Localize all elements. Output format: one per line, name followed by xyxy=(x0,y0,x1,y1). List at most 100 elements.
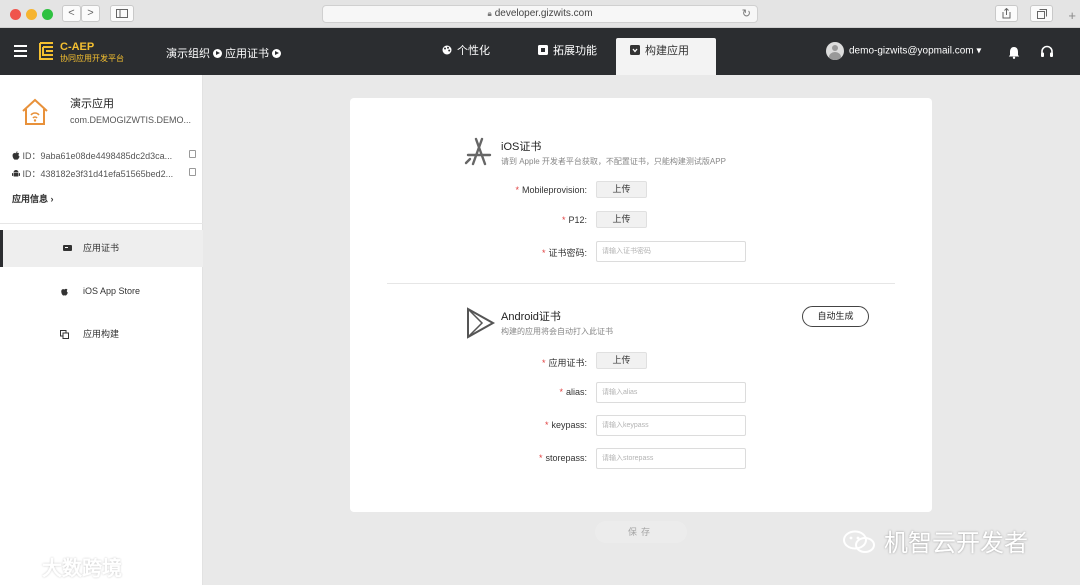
lock-icon: 🔒︎ xyxy=(487,9,492,18)
section-divider xyxy=(387,283,895,284)
browser-toolbar: < > 🔒︎ developer.gizwits.com ↻ + xyxy=(0,0,1080,28)
app-info-label: 应用信息 xyxy=(12,194,49,204)
sidebar: 演示应用 com.DEMOGIZWTIS.DEMO... ID：9aba61e0… xyxy=(0,75,203,585)
sidebar-item-app-certificate[interactable]: 应用证书 xyxy=(0,230,203,267)
watermark-left: 大数跨境 xyxy=(8,552,122,581)
save-button[interactable]: 保存 xyxy=(595,521,687,543)
copy-icon[interactable] xyxy=(189,168,196,176)
ios-id-row: ID：9aba61e08de4498485dc2d3ca... xyxy=(12,149,196,162)
sidebar-item-label: iOS App Store xyxy=(83,286,141,296)
android-section-subtitle: 构建的应用将会自动打入此证书 xyxy=(501,327,613,336)
certificate-form-card: iOS证书 请到 Apple 开发者平台获取，不配置证书，只能构建测试版APP … xyxy=(350,98,932,512)
app-name: 演示应用 xyxy=(70,98,114,110)
menu-icon[interactable] xyxy=(14,45,27,60)
android-icon xyxy=(12,169,23,179)
back-button[interactable]: < xyxy=(62,5,81,22)
copy-icon[interactable] xyxy=(189,150,196,158)
mobileprovision-label-text: Mobileprovision: xyxy=(521,185,587,195)
sidebar-icon xyxy=(116,9,128,18)
bell-icon[interactable] xyxy=(1008,46,1020,59)
mobileprovision-label: * Mobileprovision: xyxy=(457,185,587,195)
watermark-right: 机智云开发者 xyxy=(842,523,1028,558)
breadcrumb-org[interactable]: 演示组织 xyxy=(166,48,210,60)
chevron-right-icon xyxy=(213,49,222,58)
app-package: com.DEMOGIZWTIS.DEMO... xyxy=(70,115,191,125)
sidebar-item-label: 应用证书 xyxy=(83,243,120,253)
certificate-icon xyxy=(63,245,72,251)
address-bar[interactable]: 🔒︎ developer.gizwits.com ↻ xyxy=(322,5,758,23)
user-email: demo-gizwits@yopmail.com xyxy=(849,45,974,57)
apple-icon xyxy=(61,288,68,296)
maximize-window-button[interactable] xyxy=(42,9,53,20)
cert-password-input[interactable] xyxy=(596,241,746,262)
android-app-id: ID：438182e3f31d41efa51565bed2... xyxy=(22,169,174,179)
brand-title: C-AEP xyxy=(60,41,95,53)
android-cert-label-text: 应用证书: xyxy=(548,358,587,368)
keypass-input[interactable] xyxy=(596,415,746,436)
mobileprovision-upload-button[interactable]: 上传 xyxy=(596,181,647,198)
breadcrumb: 演示组织 应用证书 xyxy=(166,45,284,61)
p12-label-text: P12: xyxy=(568,215,587,225)
breadcrumb-page[interactable]: 应用证书 xyxy=(225,48,269,60)
app-logo-icon xyxy=(22,98,48,125)
app-header: C-AEP 协同应用开发平台 演示组织 应用证书 个性化 拓展功能 构建应用 de… xyxy=(0,28,1080,75)
build-icon xyxy=(630,45,640,55)
sidebar-divider xyxy=(0,223,203,224)
share-button[interactable] xyxy=(995,5,1018,22)
ios-section-subtitle: 请到 Apple 开发者平台获取，不配置证书，只能构建测试版APP xyxy=(501,157,726,166)
alias-label-text: alias: xyxy=(565,387,587,397)
tab-build-app-label: 构建应用 xyxy=(645,45,689,57)
p12-label: * P12: xyxy=(457,215,587,225)
alias-label: * alias: xyxy=(457,387,587,397)
play-store-icon xyxy=(467,307,496,339)
avatar xyxy=(826,42,844,60)
watermark-logo-icon xyxy=(9,559,42,575)
app-store-icon xyxy=(464,137,492,166)
brand[interactable]: C-AEP 协同应用开发平台 xyxy=(60,41,124,64)
tab-extensions[interactable]: 拓展功能 xyxy=(524,38,611,75)
minimize-window-button[interactable] xyxy=(26,9,37,20)
keypass-label-text: keypass: xyxy=(551,420,587,430)
tab-build-app[interactable]: 构建应用 xyxy=(616,38,716,75)
android-cert-upload-button[interactable]: 上传 xyxy=(596,352,647,369)
alias-input[interactable] xyxy=(596,382,746,403)
reload-icon[interactable]: ↻ xyxy=(742,6,751,22)
android-section-title: Android证书 xyxy=(501,311,561,323)
tab-personalize-label: 个性化 xyxy=(457,45,490,57)
forward-button[interactable]: > xyxy=(81,5,100,22)
close-window-button[interactable] xyxy=(10,9,21,20)
sidebar-item-ios-app-store[interactable]: iOS App Store xyxy=(0,273,203,310)
required-mark: * xyxy=(559,387,563,397)
required-mark: * xyxy=(515,185,519,195)
android-id-row: ID：438182e3f31d41efa51565bed2... xyxy=(12,167,196,180)
tabs-button[interactable] xyxy=(1030,5,1053,22)
new-tab-icon[interactable]: + xyxy=(1068,8,1076,23)
copy-icon xyxy=(60,330,69,339)
storepass-label: * storepass: xyxy=(457,453,587,463)
required-mark: * xyxy=(541,248,546,258)
url-text: developer.gizwits.com xyxy=(494,8,593,19)
share-icon xyxy=(1002,7,1011,19)
chevron-right-icon xyxy=(272,49,281,58)
watermark-left-text: 大数跨境 xyxy=(42,558,122,580)
apple-icon xyxy=(12,151,23,161)
ios-app-id: ID：9aba61e08de4498485dc2d3ca... xyxy=(22,151,173,161)
tabs-icon xyxy=(1036,9,1047,19)
tab-personalize[interactable]: 个性化 xyxy=(428,38,504,75)
sidebar-item-app-build[interactable]: 应用构建 xyxy=(0,316,203,353)
sidebar-toggle-button[interactable] xyxy=(110,5,134,22)
headset-icon[interactable] xyxy=(1040,45,1054,59)
tab-extensions-label: 拓展功能 xyxy=(553,45,597,57)
keypass-label: * keypass: xyxy=(457,420,587,430)
user-menu[interactable]: demo-gizwits@yopmail.com ▾ xyxy=(826,42,981,61)
p12-upload-button[interactable]: 上传 xyxy=(596,211,647,228)
app-info-link[interactable]: 应用信息 › xyxy=(12,192,54,205)
auto-generate-button[interactable]: 自动生成 xyxy=(802,306,869,327)
ios-section-title: iOS证书 xyxy=(501,141,542,153)
android-cert-label: * 应用证书: xyxy=(457,356,587,369)
storepass-label-text: storepass: xyxy=(545,453,587,463)
required-mark: * xyxy=(561,215,566,225)
chevron-right-icon: › xyxy=(50,194,54,204)
storepass-input[interactable] xyxy=(596,448,746,469)
palette-icon xyxy=(442,45,452,55)
